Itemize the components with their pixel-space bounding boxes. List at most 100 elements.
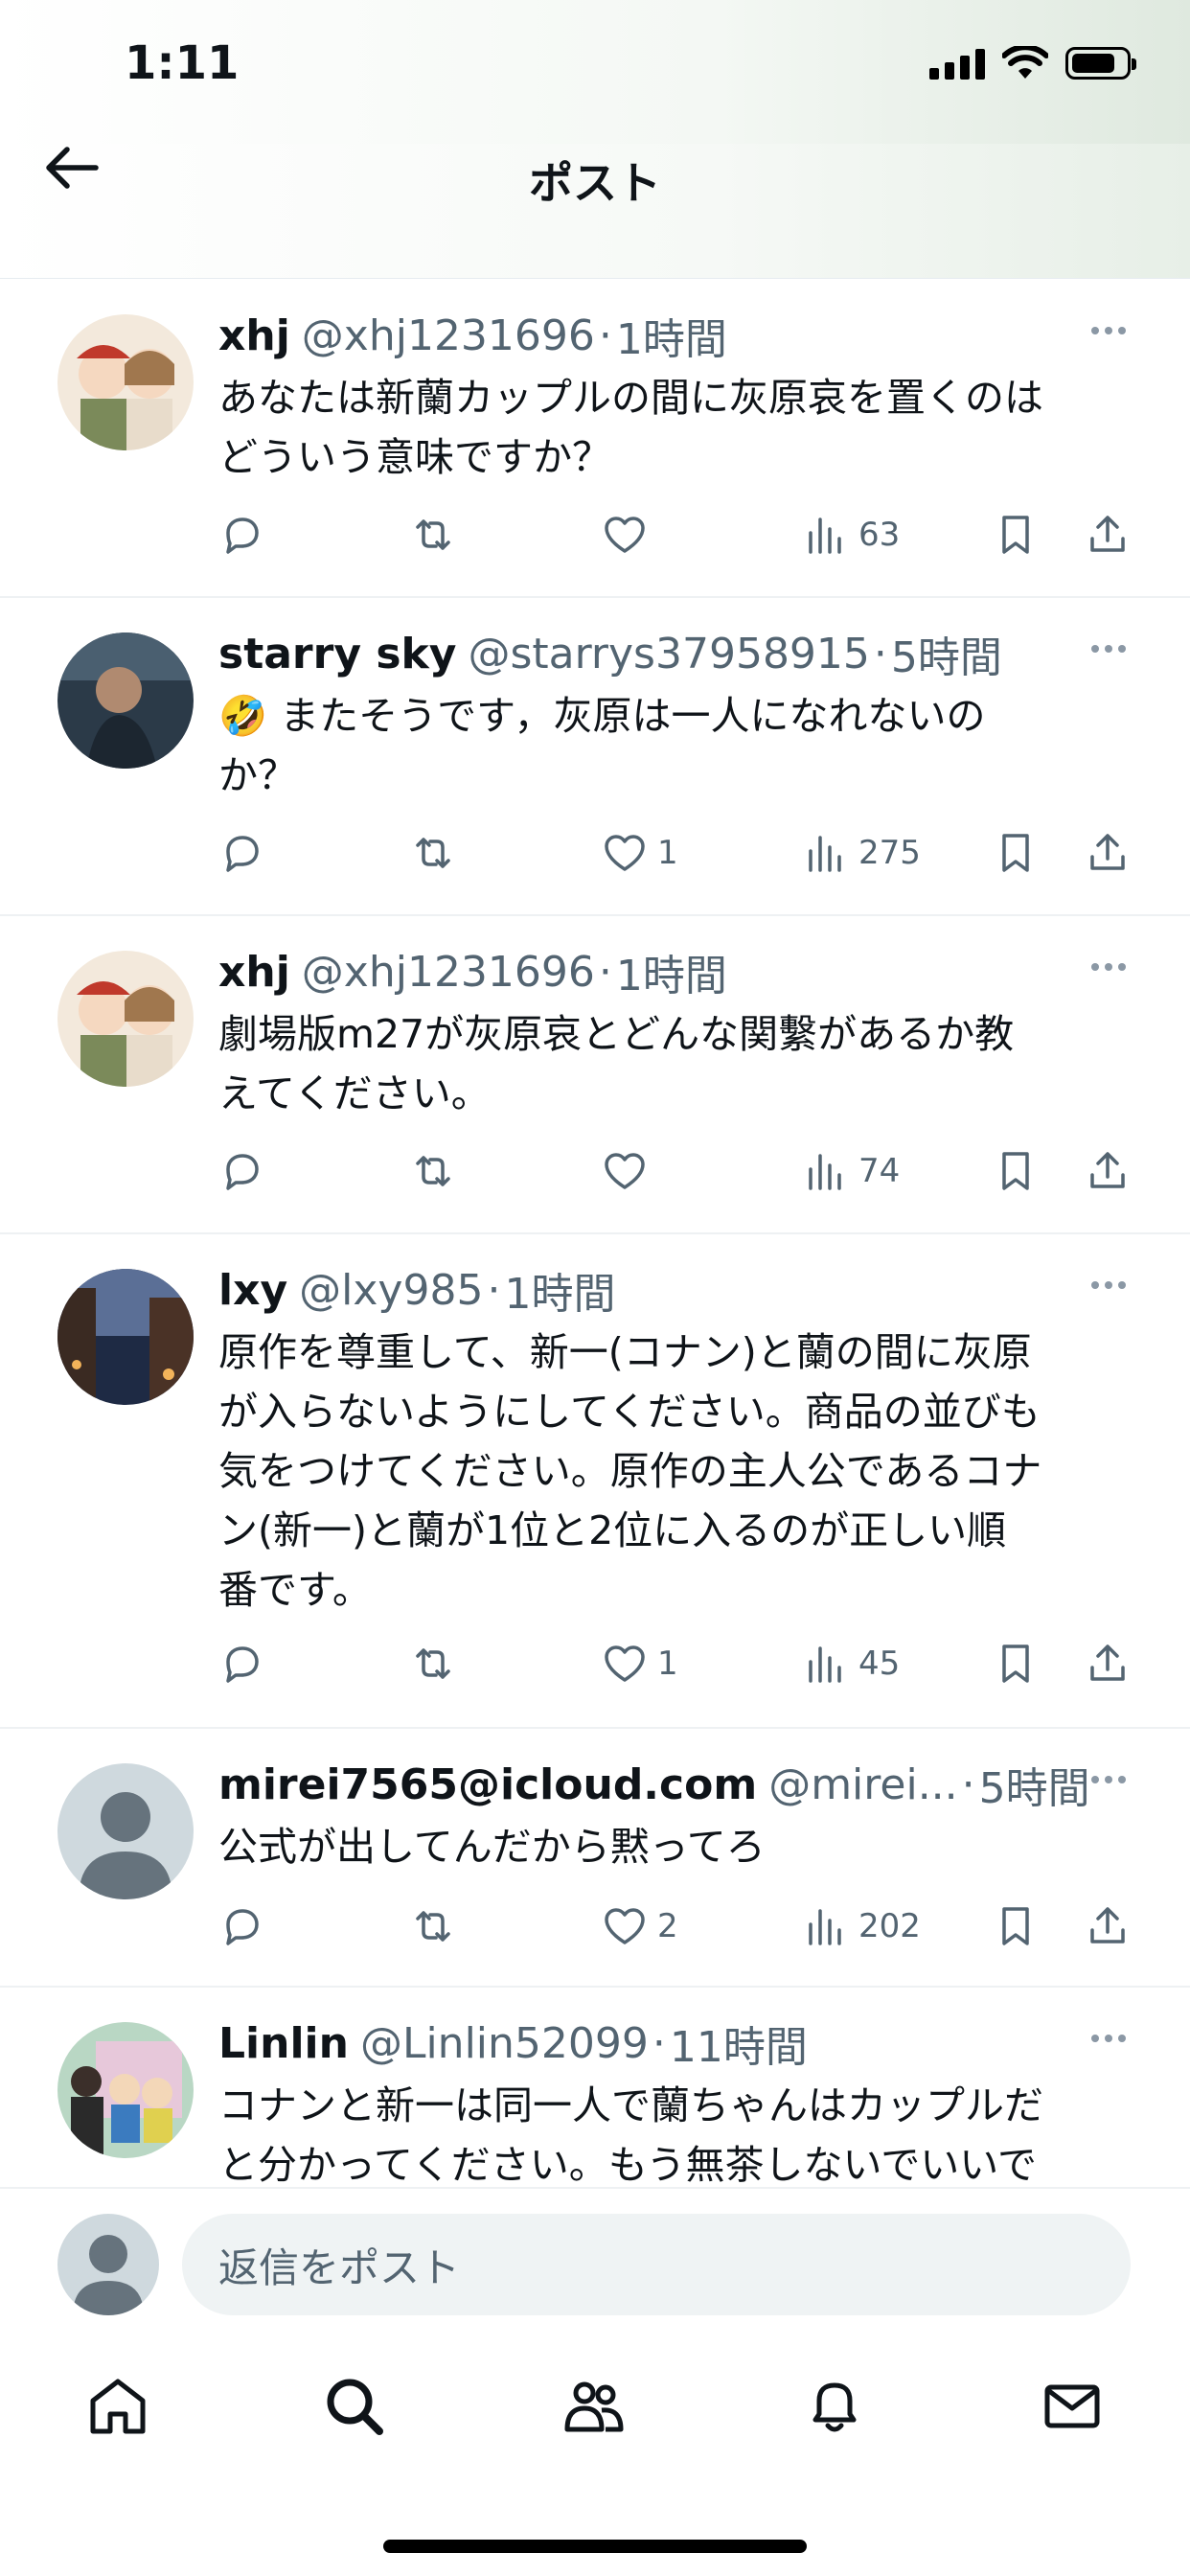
post[interactable]: starry sky @starrys37958915 · 5時間 🤣 またそう… [0,598,1190,916]
post[interactable]: lxy @lxy985 · 1時間 原作を尊重して、新一(コナン)と蘭の間に灰原… [0,1234,1190,1729]
share-button[interactable] [1085,1635,1131,1692]
avatar[interactable] [57,314,194,450]
bookmark-button[interactable] [993,824,1039,882]
post-text: 原作を尊重して、新一(コナン)と蘭の間に灰原 が入らないようにしてください。商品… [218,1329,1042,1613]
views-button[interactable]: 202 [803,1898,921,1955]
share-icon [1090,1907,1125,1944]
share-button[interactable] [1085,506,1131,564]
post-text: 公式が出してんだから黙ってろ [218,1824,766,1870]
avatar[interactable] [57,2022,194,2158]
separator: · [961,1760,975,1809]
comment-icon [226,836,259,872]
author-name[interactable]: xhj [218,948,290,997]
post[interactable]: Linlin @Linlin52099 · 11時間 コナンと新一は同一人で蘭ち… [0,1988,1190,2204]
author-name[interactable]: starry sky [218,630,456,678]
views-button[interactable]: 74 [803,1142,900,1200]
tab-notifications[interactable] [791,2363,878,2450]
tab-home[interactable] [75,2363,161,2450]
author-name[interactable]: mirei7565@icloud.com [218,1760,757,1809]
more-horizontal-icon[interactable] [1085,2024,1133,2053]
author-handle[interactable]: @Linlin52099 [360,2019,649,2068]
share-button[interactable] [1085,1142,1131,1200]
like-button[interactable]: 1 [602,824,678,882]
repost-icon [416,1648,450,1679]
avatar[interactable] [57,951,194,1087]
bookmark-button[interactable] [993,1635,1039,1692]
post[interactable]: xhj @xhj1231696 · 1時間 劇場版m27が灰原哀とどんな関繫があ… [0,916,1190,1234]
bookmark-button[interactable] [993,1142,1039,1200]
wifi-icon [1002,46,1048,79]
author-handle[interactable]: @mirei... [768,1760,957,1809]
author-name[interactable]: Linlin [218,2019,349,2068]
like-button[interactable]: 2 [602,1898,678,1955]
reply-button[interactable] [218,1142,264,1200]
separator: · [652,2018,666,2068]
post-header: xhj @xhj1231696 · 1時間 [218,307,1133,364]
avatar[interactable] [57,1763,194,1899]
bookmark-icon [1002,1907,1029,1945]
comment-icon [226,518,259,554]
more-horizontal-icon[interactable] [1085,634,1133,663]
avatar[interactable] [57,632,194,769]
avatar[interactable] [57,2214,159,2315]
reply-input[interactable]: 返信をポスト [182,2214,1131,2315]
post[interactable]: mirei7565@icloud.com @mirei... · 5時間 公式が… [0,1729,1190,1988]
bookmark-button[interactable] [993,506,1039,564]
reply-button[interactable] [218,1635,264,1692]
author-name[interactable]: lxy [218,1266,287,1315]
separator: · [598,947,612,997]
view-count: 63 [858,516,901,554]
share-button[interactable] [1085,824,1131,882]
share-icon [1090,516,1125,552]
post-time: 5時間 [890,633,1002,682]
more-horizontal-icon[interactable] [1085,953,1133,981]
bookmark-button[interactable] [993,1898,1039,1955]
author-name[interactable]: xhj [218,311,290,360]
reply-button[interactable] [218,824,264,882]
post[interactable]: xhj @xhj1231696 · 1時間 あなたは新蘭カップルの間に灰原哀を置… [0,280,1190,598]
share-icon [1090,1644,1125,1681]
notifications-icon [812,2382,857,2432]
post-actions: 74 [218,1142,1152,1200]
reply-feed: xhj @xhj1231696 · 1時間 あなたは新蘭カップルの間に灰原哀を置… [0,280,1190,2204]
more-horizontal-icon[interactable] [1085,1765,1133,1794]
author-handle[interactable]: @xhj1231696 [302,311,595,360]
tab-messages[interactable] [1029,2363,1115,2450]
search-icon [327,2379,383,2435]
home-icon [90,2379,146,2434]
comment-icon [226,1154,259,1190]
reply-button[interactable] [218,506,264,564]
more-horizontal-icon[interactable] [1085,1271,1133,1300]
like-button[interactable] [602,1142,657,1200]
views-button[interactable]: 63 [803,506,900,564]
views-button[interactable]: 45 [803,1635,900,1692]
heart-icon [605,1153,645,1189]
views-button[interactable]: 275 [803,824,921,882]
post-header: Linlin @Linlin52099 · 11時間 [218,2014,1133,2072]
more-horizontal-icon[interactable] [1085,316,1133,345]
like-button[interactable] [602,506,657,564]
post-text: コナンと新一は同一人で蘭ちゃんはカップルだ と分かってください。もう無茶しないで… [218,2082,1043,2188]
tab-search[interactable] [311,2363,398,2450]
post-time: 1時間 [615,315,727,364]
author-handle[interactable]: @xhj1231696 [302,948,595,997]
like-count: 1 [657,1644,678,1683]
repost-button[interactable] [410,824,456,882]
repost-button[interactable] [410,506,456,564]
avatar[interactable] [57,1269,194,1405]
reply-composer: 返信をポスト [0,2187,1190,2340]
cellular-signal-icon [929,47,985,80]
post-header: lxy @lxy985 · 1時間 [218,1261,1133,1319]
share-icon [1090,834,1125,870]
tab-communities[interactable] [551,2363,637,2450]
like-button[interactable]: 1 [602,1635,678,1692]
reply-button[interactable] [218,1898,264,1955]
author-handle[interactable]: @lxy985 [299,1266,483,1315]
heart-icon [605,517,645,553]
share-button[interactable] [1085,1898,1131,1955]
author-handle[interactable]: @starrys37958915 [468,630,869,678]
post-time: 1時間 [504,1270,616,1319]
repost-button[interactable] [410,1635,456,1692]
repost-button[interactable] [410,1898,456,1955]
repost-button[interactable] [410,1142,456,1200]
